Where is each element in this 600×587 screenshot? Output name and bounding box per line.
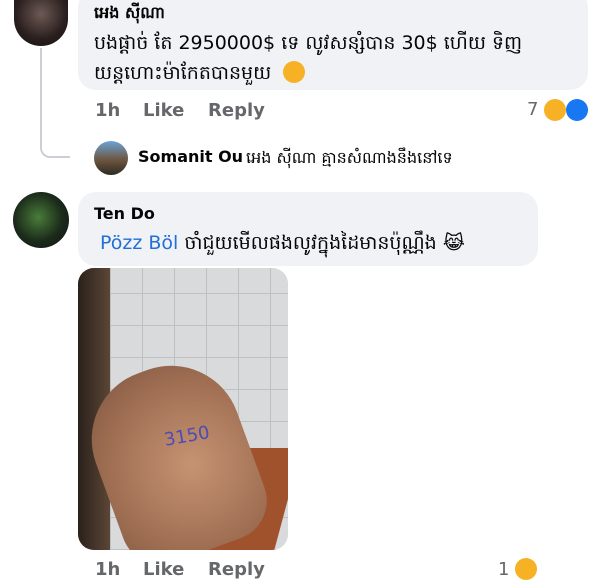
mention-link[interactable]: Pözz Böl	[100, 232, 178, 254]
reply-button[interactable]: Reply	[208, 100, 265, 121]
comment-bubble: អេង ស៊ីណា បងផ្តាច់ តែ 2950000$ ទេ លូវសន្…	[78, 0, 588, 90]
reply-button[interactable]: Reply	[208, 559, 265, 580]
haha-icon[interactable]	[515, 558, 537, 580]
timestamp[interactable]: 1h	[95, 559, 120, 580]
comment-actions: 1h Like Reply	[95, 559, 395, 583]
like-icon[interactable]	[566, 99, 588, 121]
comment-author[interactable]: Ten Do	[94, 204, 155, 223]
comment-text: បងផ្តាច់ តែ 2950000$ ទេ លូវសន្សំបាន 30$ …	[94, 32, 523, 84]
comment-photo[interactable]: 3150	[78, 268, 288, 550]
haha-icon[interactable]	[544, 99, 566, 121]
comment-actions: 1h Like Reply	[95, 100, 395, 124]
cat-emoji: 😹	[442, 232, 465, 254]
avatar-ten-do[interactable]	[13, 192, 69, 248]
reaction-count[interactable]: 7	[527, 99, 538, 120]
like-button[interactable]: Like	[143, 559, 184, 580]
comment-text: Pözz Böl ចាំជួយមើលផងលូវក្នុងដៃមានប៉ុណ្ណឹ…	[100, 232, 465, 254]
like-button[interactable]: Like	[143, 100, 184, 121]
reaction-count[interactable]: 1	[498, 559, 509, 580]
reply-text: អេង ស៊ីណា គ្មានសំណាងនឹងនៅទេ	[246, 148, 453, 167]
timestamp[interactable]: 1h	[95, 100, 120, 121]
reply-author[interactable]: Somanit Ou	[138, 147, 243, 166]
avatar-eng-sina[interactable]	[14, 0, 68, 46]
comment-author[interactable]: អេង ស៊ីណា	[94, 2, 165, 26]
comment-bubble: Ten Do Pözz Böl ចាំជួយមើលផងលូវក្នុងដៃមាន…	[78, 192, 538, 266]
thread-line	[40, 48, 70, 158]
smiling-emoji	[283, 61, 306, 83]
avatar-somanit-ou[interactable]	[94, 141, 128, 175]
